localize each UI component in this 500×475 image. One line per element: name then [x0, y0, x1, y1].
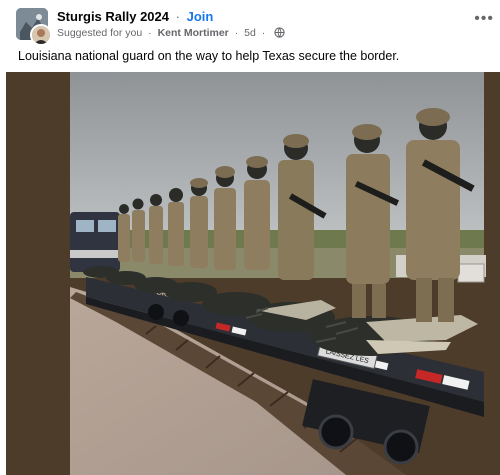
separator-dot: · [234, 27, 239, 39]
photo-illustration: LAISSEZ LES ORSE [6, 72, 500, 475]
author-name-link[interactable]: Kent Mortimer [158, 27, 229, 39]
globe-icon [274, 27, 285, 41]
feed-post: Sturgis Rally 2024 · Join Suggested for … [0, 0, 500, 475]
author-avatar[interactable] [30, 24, 52, 46]
post-meta: Suggested for you · Kent Mortimer · 5d · [57, 27, 285, 41]
separator-dot: · [175, 9, 180, 24]
separator-dot: · [261, 27, 266, 39]
post-header: Sturgis Rally 2024 · Join Suggested for … [0, 0, 500, 46]
post-image[interactable]: LAISSEZ LES ORSE [6, 72, 500, 475]
group-name-link[interactable]: Sturgis Rally 2024 [57, 9, 169, 24]
separator-dot: · [148, 27, 152, 39]
timestamp-link[interactable]: 5d [244, 27, 256, 39]
suggested-label: Suggested for you [57, 27, 143, 39]
post-caption: Louisiana national guard on the way to h… [18, 49, 400, 63]
more-options-icon[interactable]: ••• [474, 10, 494, 28]
join-button[interactable]: Join [187, 9, 214, 24]
group-line: Sturgis Rally 2024 · Join [57, 9, 213, 24]
